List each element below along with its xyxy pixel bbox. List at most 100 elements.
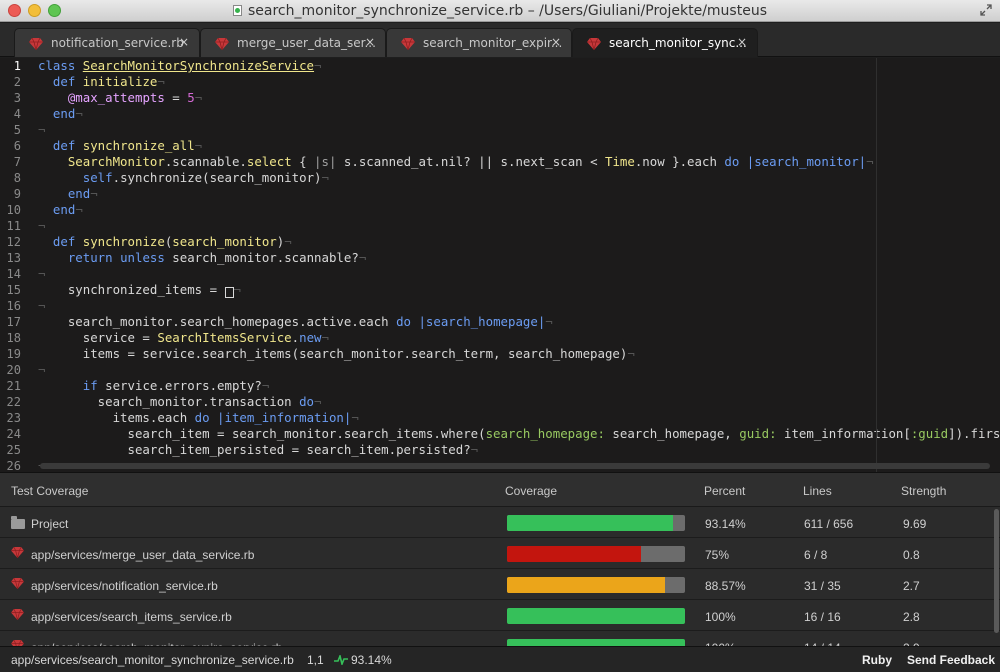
code-token: ¬ [321, 330, 329, 345]
code-line[interactable]: search_item = search_monitor.search_item… [38, 426, 1000, 442]
coverage-row[interactable]: app/services/notification_service.rb 88.5… [0, 569, 1000, 600]
line-number: 22 [6, 395, 21, 409]
code-line[interactable]: ¬ [38, 298, 45, 314]
ruby-icon [587, 38, 601, 50]
code-line[interactable]: ¬ [38, 266, 45, 282]
code-line[interactable]: end¬ [38, 186, 98, 202]
status-language[interactable]: Ruby [862, 653, 892, 667]
code-token: ¬ [627, 346, 635, 361]
code-line[interactable]: def initialize¬ [38, 74, 165, 90]
code-line[interactable]: search_monitor.search_homepages.active.e… [38, 314, 553, 330]
code-line[interactable]: def synchronize(search_monitor)¬ [38, 234, 292, 250]
code-token: ¬ [75, 202, 83, 217]
code-token: .synchronize(search_monitor) [112, 170, 322, 185]
code-token: ¬ [321, 170, 329, 185]
header-lines[interactable]: Lines [803, 484, 832, 498]
ruby-icon [11, 608, 24, 623]
header-test-coverage: Test Coverage [11, 484, 89, 498]
code-line[interactable]: search_monitor.transaction do¬ [38, 394, 322, 410]
code-line[interactable]: ¬ [38, 362, 45, 378]
code-token: ¬ [38, 362, 46, 377]
document-icon [233, 5, 242, 16]
code-token: search_homepage: [485, 426, 605, 441]
coverage-bar-fill [507, 577, 665, 593]
coverage-row[interactable]: app/services/search_items_service.rb 100%… [0, 600, 1000, 631]
code-token: search_monitor.scannable? [164, 250, 359, 265]
coverage-lines: 611 / 656 [804, 517, 854, 531]
code-token: search_monitor.transaction [38, 394, 300, 409]
vertical-scrollbar[interactable] [994, 509, 999, 633]
header-strength[interactable]: Strength [901, 484, 946, 498]
status-cursor-position: 1,1 [307, 653, 324, 667]
code-token: ¬ [90, 186, 98, 201]
line-number: 8 [13, 171, 21, 185]
line-number: 24 [6, 427, 21, 441]
tab-close-icon[interactable]: × [365, 35, 375, 49]
code-line[interactable]: synchronized_items = []¬ [38, 282, 241, 298]
header-percent[interactable]: Percent [704, 484, 745, 498]
code-line[interactable]: search_item_persisted = search_item.pers… [38, 442, 479, 458]
code-token: SearchItemsService [157, 330, 292, 345]
coverage-row[interactable]: Project 93.14% 611 / 656 9.69 [0, 507, 1000, 538]
code-editor[interactable]: 1 2 3 4 5 6 7 8 9 10 11 12 13 14 15 16 17 18 19 20 21 22 23 24 2… [0, 58, 1000, 472]
line-number: 15 [6, 283, 21, 297]
fullscreen-icon[interactable] [980, 4, 992, 16]
code-line[interactable]: if service.errors.empty?¬ [38, 378, 270, 394]
header-coverage[interactable]: Coverage [505, 484, 557, 498]
coverage-percent: 93.14% [705, 517, 746, 531]
tab-close-icon[interactable]: × [737, 35, 747, 49]
code-line[interactable]: items.each do |item_information|¬ [38, 410, 359, 426]
tab-search-monitor-sync[interactable]: search_monitor_sync... × [572, 28, 758, 57]
code-token: ¬ [157, 74, 165, 89]
code-line[interactable]: ¬ [38, 218, 45, 234]
status-coverage[interactable]: 93.14% [351, 653, 392, 667]
code-token: ¬ [545, 314, 553, 329]
code-token: synchronize [82, 234, 165, 249]
code-token: def [52, 138, 83, 153]
code-line[interactable]: service = SearchItemsService.new¬ [38, 330, 329, 346]
code-token: ¬ [38, 218, 46, 233]
code-line[interactable]: end¬ [38, 202, 83, 218]
tab-notification-service[interactable]: notification_service.rb × [14, 28, 200, 57]
send-feedback-button[interactable]: Send Feedback [907, 653, 995, 667]
code-line[interactable]: @max_attempts = 5¬ [38, 90, 202, 106]
code-token: items.each [38, 410, 195, 425]
code-line[interactable]: SearchMonitor.scannable.select { |s| s.s… [38, 154, 874, 170]
ruby-icon [29, 38, 43, 50]
coverage-lines: 31 / 35 [804, 579, 841, 593]
tab-label: notification_service.rb [51, 36, 184, 50]
coverage-row[interactable]: app/services/search_monitor_expire_servi… [0, 631, 1000, 646]
code-line[interactable]: class SearchMonitorSynchronizeService¬ [38, 58, 322, 74]
line-number: 11 [6, 219, 21, 233]
code-line[interactable]: end¬ [38, 106, 83, 122]
tab-search-monitor-expire[interactable]: search_monitor_expir... × [386, 28, 572, 57]
code-line[interactable]: def synchronize_all¬ [38, 138, 202, 154]
code-area[interactable]: class SearchMonitorSynchronizeService¬ d… [38, 58, 1000, 472]
code-token: ]).first_or_initialize [948, 426, 1000, 441]
coverage-row[interactable]: app/services/merge_user_data_service.rb 7… [0, 538, 1000, 569]
coverage-bar [507, 546, 685, 562]
code-line[interactable]: self.synchronize(search_monitor)¬ [38, 170, 329, 186]
window-title: search_monitor_synchronize_service.rb – … [248, 3, 767, 19]
code-line[interactable]: return unless search_monitor.scannable?¬ [38, 250, 366, 266]
tab-merge-user-data[interactable]: merge_user_data_ser... × [200, 28, 386, 57]
line-number: 18 [6, 331, 21, 345]
status-file-path: app/services/search_monitor_synchronize_… [11, 653, 294, 667]
tab-close-icon[interactable]: × [179, 35, 189, 49]
code-token: search_monitor [172, 234, 277, 249]
code-line[interactable]: ¬ [38, 122, 45, 138]
line-number: 17 [6, 315, 21, 329]
coverage-bar-fill [507, 515, 673, 531]
code-token: end [52, 106, 76, 121]
code-token: ¬ [284, 234, 292, 249]
coverage-bar [507, 608, 685, 624]
tab-close-icon[interactable]: × [551, 35, 561, 49]
code-line[interactable]: items = service.search_items(search_moni… [38, 346, 635, 362]
tab-label: merge_user_data_ser... [237, 36, 376, 50]
coverage-file-name: app/services/search_items_service.rb [31, 610, 232, 624]
horizontal-scrollbar[interactable] [40, 463, 990, 469]
